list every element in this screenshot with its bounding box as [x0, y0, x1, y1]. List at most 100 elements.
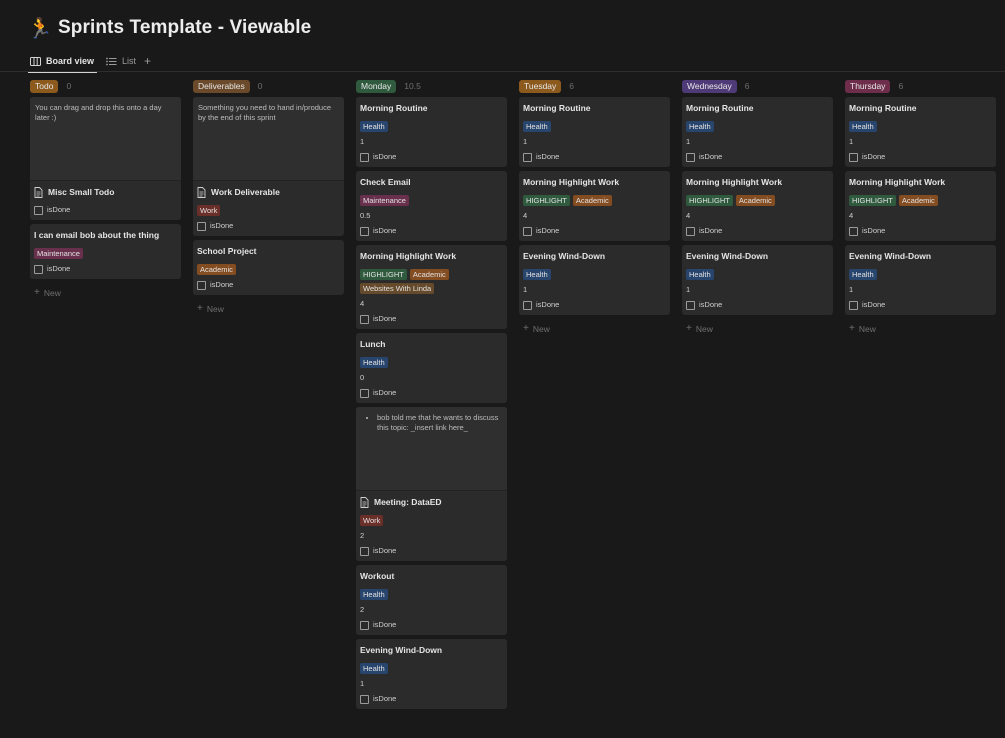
board-card[interactable]: bob told me that he wants to discuss thi… [356, 407, 507, 561]
new-card-button[interactable]: + New [682, 319, 833, 338]
card-title[interactable]: I can email bob about the thing [34, 230, 177, 241]
column-label[interactable]: Wednesday [682, 79, 737, 93]
checkbox-icon[interactable] [197, 221, 206, 231]
card-title[interactable]: Work Deliverable [197, 187, 340, 198]
isdone-checkbox[interactable]: isDone [686, 152, 829, 162]
board-card[interactable]: School Project Academic isDone [193, 240, 344, 295]
isdone-checkbox[interactable]: isDone [523, 226, 666, 236]
checkbox-icon[interactable] [686, 152, 695, 162]
isdone-checkbox[interactable]: isDone [849, 226, 992, 236]
board-card[interactable]: Morning Highlight Work HIGHLIGHT Academic W… [356, 245, 507, 329]
column-label[interactable]: Deliverables [193, 79, 250, 93]
checkbox-icon[interactable] [197, 280, 206, 290]
checkbox-icon[interactable] [849, 226, 858, 236]
checkbox-icon[interactable] [360, 226, 369, 236]
isdone-checkbox[interactable]: isDone [523, 152, 666, 162]
board-card[interactable]: Evening Wind-Down Health 1 isDone [682, 245, 833, 315]
board-card[interactable]: Morning Highlight Work HIGHLIGHT Academic 4… [682, 171, 833, 241]
card-title[interactable]: Evening Wind-Down [849, 251, 992, 262]
board-card[interactable]: Morning Routine Health 1 isDone [519, 97, 670, 167]
isdone-checkbox[interactable]: isDone [360, 546, 503, 556]
checkbox-icon[interactable] [360, 620, 369, 630]
new-card-button[interactable]: + New [193, 299, 344, 318]
board-card[interactable]: Evening Wind-Down Health 1 isDone [845, 245, 996, 315]
board-card[interactable]: Evening Wind-Down Health 1 isDone [519, 245, 670, 315]
board-card[interactable]: Morning Highlight Work HIGHLIGHT Academic 4… [519, 171, 670, 241]
card-title[interactable]: Morning Highlight Work [849, 177, 992, 188]
board-card[interactable]: Something you need to hand in/produce by… [193, 97, 344, 236]
column-label[interactable]: Monday [356, 79, 397, 93]
isdone-checkbox[interactable]: isDone [360, 620, 503, 630]
column-label[interactable]: Thursday [845, 79, 891, 93]
isdone-checkbox[interactable]: isDone [686, 226, 829, 236]
board-card[interactable]: Workout Health 2 isDone [356, 565, 507, 635]
checkbox-icon[interactable] [523, 300, 532, 310]
card-title[interactable]: Misc Small Todo [34, 187, 177, 198]
card-title-text: Morning Highlight Work [523, 177, 620, 187]
checkbox-icon[interactable] [849, 152, 858, 162]
column-label[interactable]: Todo [30, 79, 59, 93]
isdone-checkbox[interactable]: isDone [360, 152, 503, 162]
isdone-checkbox[interactable]: isDone [849, 300, 992, 310]
new-card-button[interactable]: + New [845, 319, 996, 338]
card-title[interactable]: Meeting: DataED [360, 497, 503, 508]
card-title[interactable]: Morning Highlight Work [523, 177, 666, 188]
isdone-checkbox[interactable]: isDone [360, 314, 503, 324]
card-title[interactable]: Evening Wind-Down [360, 645, 503, 656]
isdone-checkbox[interactable]: isDone [523, 300, 666, 310]
isdone-checkbox[interactable]: isDone [849, 152, 992, 162]
board-card[interactable]: Morning Routine Health 1 isDone [356, 97, 507, 167]
isdone-checkbox[interactable]: isDone [360, 388, 503, 398]
board-card[interactable]: Morning Routine Health 1 isDone [845, 97, 996, 167]
board-card[interactable]: Evening Wind-Down Health 1 isDone [356, 639, 507, 709]
card-title[interactable]: Morning Routine [523, 103, 666, 114]
card-title[interactable]: Evening Wind-Down [523, 251, 666, 262]
isdone-checkbox[interactable]: isDone [360, 226, 503, 236]
isdone-checkbox[interactable]: isDone [197, 280, 340, 290]
board-card[interactable]: Morning Routine Health 1 isDone [682, 97, 833, 167]
card-title-text: School Project [197, 246, 257, 256]
column-label[interactable]: Tuesday [519, 79, 562, 93]
card-title[interactable]: Morning Routine [360, 103, 503, 114]
board-card[interactable]: Check Email Maintenance 0.5 isDone [356, 171, 507, 241]
card-title[interactable]: Morning Highlight Work [360, 251, 503, 262]
card-title[interactable]: Morning Routine [686, 103, 829, 114]
checkbox-icon[interactable] [686, 226, 695, 236]
checkbox-icon[interactable] [360, 388, 369, 398]
card-title[interactable]: School Project [197, 246, 340, 257]
checkbox-icon[interactable] [360, 546, 369, 556]
checkbox-icon[interactable] [34, 264, 43, 274]
page-title[interactable]: Sprints Template - Viewable [58, 17, 311, 39]
isdone-checkbox[interactable]: isDone [197, 221, 340, 231]
isdone-checkbox[interactable]: isDone [686, 300, 829, 310]
card-title[interactable]: Morning Routine [849, 103, 992, 114]
checkbox-icon[interactable] [523, 226, 532, 236]
tab-list[interactable]: List [106, 52, 136, 70]
board-card[interactable]: Lunch Health 0 isDone [356, 333, 507, 403]
board-card[interactable]: Morning Highlight Work HIGHLIGHT Academic 4… [845, 171, 996, 241]
checkbox-icon[interactable] [360, 314, 369, 324]
tab-board-view[interactable]: Board view [27, 52, 98, 73]
card-title[interactable]: Lunch [360, 339, 503, 350]
isdone-checkbox[interactable]: isDone [34, 205, 177, 215]
card-title[interactable]: Workout [360, 571, 503, 582]
card-title[interactable]: Evening Wind-Down [686, 251, 829, 262]
checkbox-icon[interactable] [523, 152, 532, 162]
board-card[interactable]: You can drag and drop this onto a day la… [30, 97, 181, 220]
checkbox-icon[interactable] [34, 205, 43, 215]
checkbox-icon[interactable] [360, 694, 369, 704]
column-count: 6 [898, 81, 904, 91]
isdone-checkbox[interactable]: isDone [34, 264, 177, 274]
card-title[interactable]: Morning Highlight Work [686, 177, 829, 188]
add-view-button[interactable]: + [144, 55, 151, 67]
checkbox-icon[interactable] [849, 300, 858, 310]
runner-emoji-icon[interactable]: 🏃 [28, 16, 53, 40]
card-title-text: Morning Routine [360, 103, 428, 113]
new-card-button[interactable]: + New [30, 283, 181, 302]
checkbox-icon[interactable] [686, 300, 695, 310]
new-card-button[interactable]: + New [519, 319, 670, 338]
board-card[interactable]: I can email bob about the thing Maintenan… [30, 224, 181, 279]
isdone-checkbox[interactable]: isDone [360, 694, 503, 704]
card-title[interactable]: Check Email [360, 177, 503, 188]
checkbox-icon[interactable] [360, 152, 369, 162]
